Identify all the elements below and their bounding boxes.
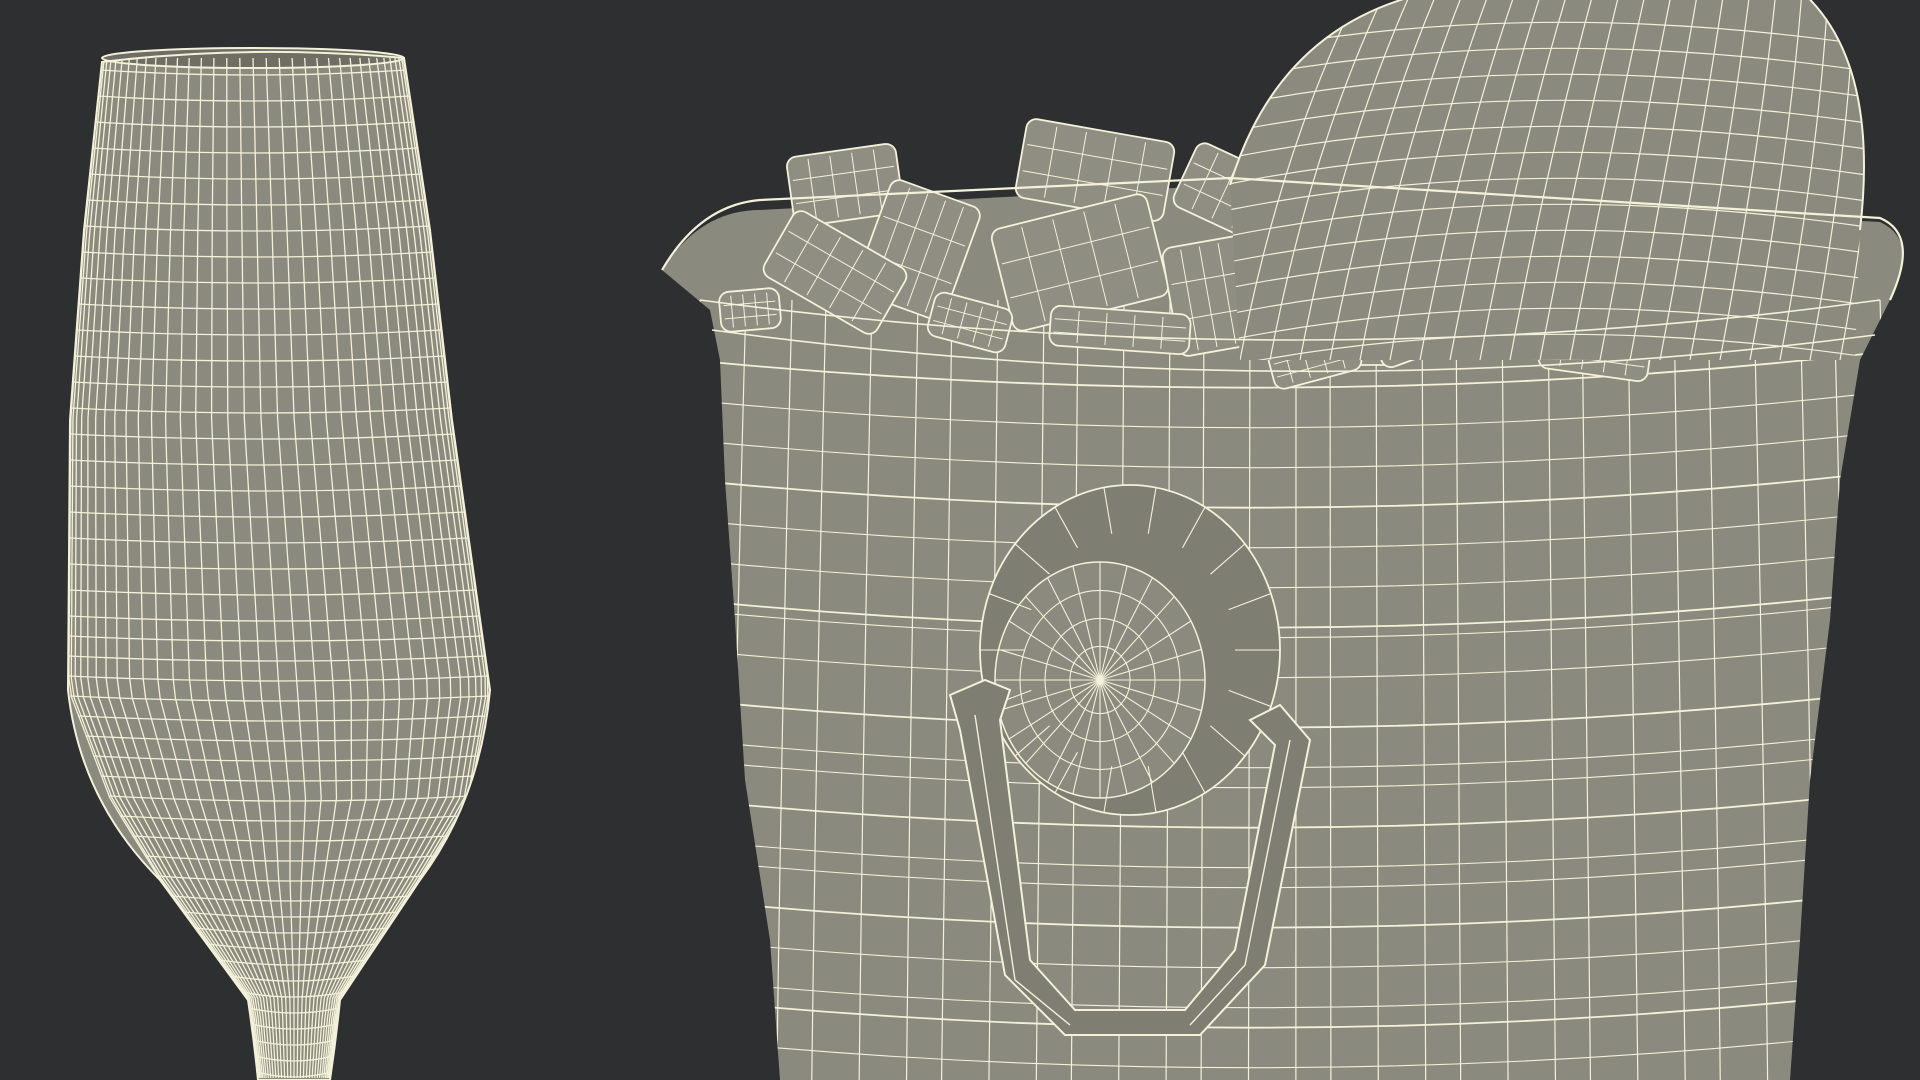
wireframe-render [66,0,1904,1080]
champagne-flute [66,47,492,1080]
render-viewport [0,0,1920,1080]
